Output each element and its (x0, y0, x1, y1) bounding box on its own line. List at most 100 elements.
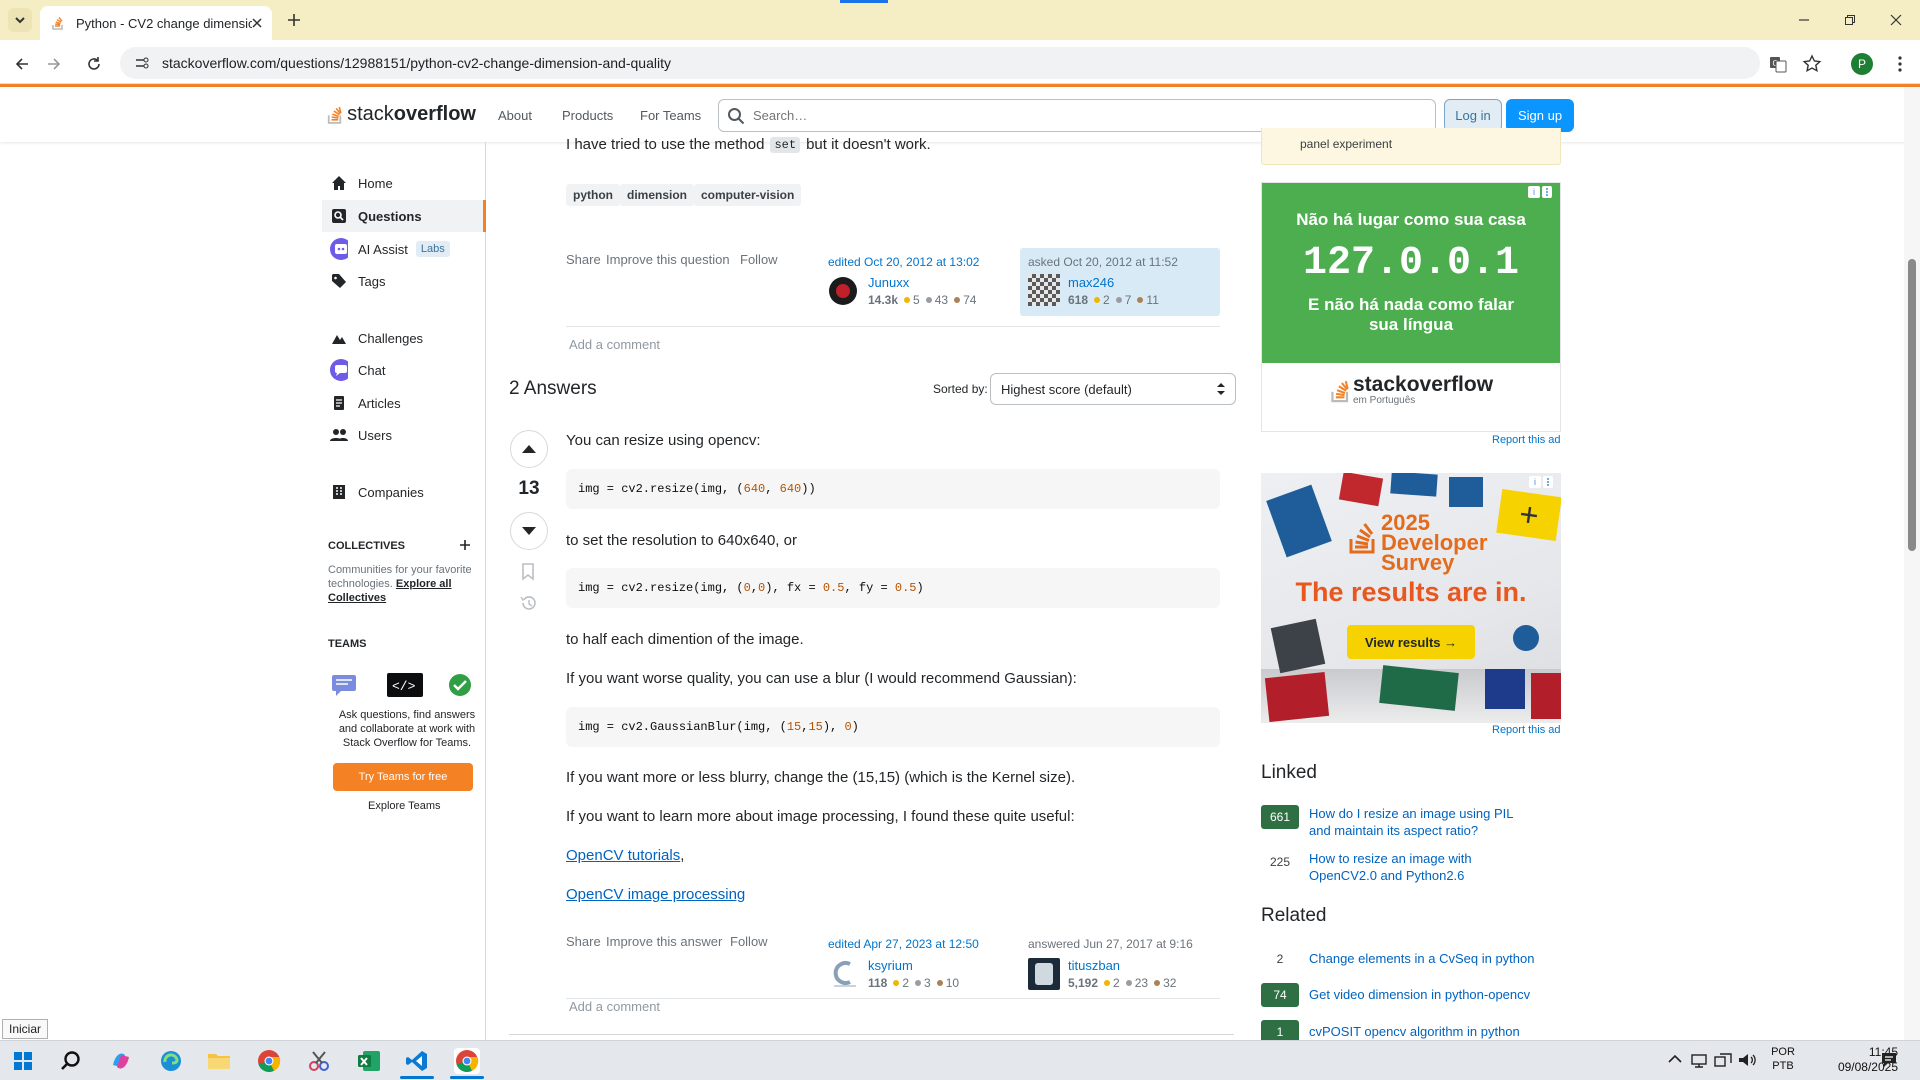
share-answer-link[interactable]: Share (566, 934, 601, 949)
editor-reputation: 14.3k 5 43 74 (868, 293, 976, 307)
new-tab-icon[interactable] (284, 10, 304, 30)
sort-select[interactable]: Highest score (default) (990, 373, 1236, 405)
restore-icon[interactable] (1830, 8, 1870, 32)
avatar[interactable] (1028, 958, 1060, 990)
profile-avatar[interactable]: P (1851, 53, 1873, 75)
adchoices-icon[interactable]: i (1529, 476, 1553, 488)
tag-computer-vision[interactable]: computer-vision (694, 184, 802, 206)
question-edited-time[interactable]: edited Oct 20, 2012 at 13:02 (828, 255, 979, 269)
network-icon[interactable] (1690, 1052, 1708, 1068)
sidebar-item-articles[interactable]: Articles (330, 388, 401, 418)
site-logo[interactable]: stack overflow (326, 97, 476, 131)
report-ad-link[interactable]: Report this ad (1492, 724, 1560, 736)
sidebar-item-questions[interactable]: Questions (322, 200, 486, 232)
add-collective-icon[interactable] (458, 538, 472, 552)
close-window-icon[interactable] (1876, 8, 1916, 32)
search-input[interactable] (753, 108, 1427, 123)
ad-developer-survey[interactable]: 2025 Developer Survey The results are in… (1261, 473, 1561, 723)
answerer-username[interactable]: tituszban (1068, 958, 1120, 973)
browser-menu-icon[interactable] (1890, 54, 1910, 74)
sidebar-item-tags[interactable]: Tags (330, 266, 385, 296)
chrome-icon[interactable] (256, 1048, 282, 1074)
volume-icon[interactable] (1738, 1052, 1756, 1068)
copilot-icon[interactable] (108, 1048, 134, 1074)
search-icon[interactable] (58, 1048, 84, 1074)
translate-icon[interactable]: G (1768, 54, 1788, 74)
opencv-tutorials-link[interactable]: OpenCV tutorials (566, 847, 680, 864)
forward-icon[interactable] (42, 52, 66, 76)
minimize-icon[interactable] (1784, 8, 1824, 32)
address-bar[interactable]: stackoverflow.com/questions/12988151/pyt… (120, 47, 1760, 79)
avatar[interactable] (1028, 274, 1060, 306)
linked-question-link[interactable]: How do I resize an image using PIL and m… (1309, 805, 1529, 839)
close-tab-icon[interactable] (252, 18, 262, 28)
vscode-icon[interactable] (404, 1048, 430, 1074)
opencv-image-processing-link[interactable]: OpenCV image processing (566, 886, 745, 903)
answer-editor-username[interactable]: ksyrium (868, 958, 913, 973)
bookmark-star-icon[interactable] (1802, 54, 1822, 74)
asker-username[interactable]: max246 (1068, 275, 1114, 290)
view-results-button[interactable]: View results → (1347, 625, 1475, 659)
display-icon[interactable] (1714, 1052, 1732, 1068)
add-comment-question[interactable]: Add a comment (569, 337, 660, 352)
page-scrollbar[interactable] (1904, 87, 1920, 1040)
share-question-link[interactable]: Share (566, 252, 601, 267)
sidebar-item-chat[interactable]: Chat (330, 355, 385, 385)
sidebar-item-challenges[interactable]: Challenges (330, 323, 423, 353)
editor-username[interactable]: Junuxx (868, 275, 909, 290)
bookmark-icon[interactable] (521, 563, 537, 581)
answer-count-badge: 74 (1261, 983, 1299, 1007)
linked-question-link[interactable]: How to resize an image with OpenCV2.0 an… (1309, 850, 1529, 884)
sidebar-item-ai-assist[interactable]: AI Assist Labs (330, 234, 450, 264)
report-ad-link[interactable]: Report this ad (1492, 434, 1560, 446)
teams-heading: TEAMS (328, 638, 367, 650)
related-question-link[interactable]: Change elements in a CvSeq in python (1309, 947, 1539, 971)
windows-start-icon[interactable] (10, 1048, 36, 1074)
reload-icon[interactable] (82, 52, 106, 76)
question-text: but it doesn't work. (806, 137, 931, 153)
site-info-icon[interactable] (134, 55, 150, 71)
keycap-navy (1485, 669, 1525, 709)
stackoverflow-favicon-icon (52, 16, 63, 30)
sidebar-item-label: Tags (358, 273, 386, 289)
related-question-link[interactable]: cvPOSIT opencv algorithm in python cv2 (1309, 1020, 1539, 1040)
avatar[interactable] (829, 277, 857, 305)
teams-illustration: </> (332, 672, 472, 698)
tab-search-icon[interactable] (8, 8, 32, 32)
back-icon[interactable] (10, 52, 34, 76)
tag-python[interactable]: python (566, 184, 620, 206)
answer-edited-time[interactable]: edited Apr 27, 2023 at 12:50 (828, 937, 979, 951)
downvote-button[interactable] (510, 512, 548, 550)
sidebar-item-companies[interactable]: Companies (330, 477, 424, 507)
nav-products[interactable]: Products (562, 108, 613, 123)
browser-tab[interactable]: Python - CV2 change dimensio (40, 6, 272, 40)
try-teams-button[interactable]: Try Teams for free (333, 763, 473, 791)
sidebar-item-home[interactable]: Home (330, 168, 393, 198)
notifications-icon[interactable] (1880, 1051, 1898, 1069)
keyboard-language[interactable]: POR PTB (1766, 1045, 1800, 1073)
follow-answer-link[interactable]: Follow (730, 934, 768, 949)
explore-teams-link[interactable]: Explore Teams (368, 800, 441, 812)
nav-for-teams[interactable]: For Teams (640, 108, 701, 123)
add-comment-answer[interactable]: Add a comment (569, 999, 660, 1014)
nav-about[interactable]: About (498, 108, 532, 123)
adchoices-icon[interactable]: i (1528, 186, 1552, 198)
tag-dimension[interactable]: dimension (620, 184, 695, 206)
follow-question-link[interactable]: Follow (740, 252, 778, 267)
scrollbar-thumb[interactable] (1908, 259, 1916, 551)
avatar[interactable] (829, 958, 861, 990)
history-icon[interactable] (519, 594, 539, 612)
related-question-link[interactable]: Get video dimension in python-opencv (1309, 983, 1539, 1007)
excel-icon[interactable] (356, 1048, 382, 1074)
edge-icon[interactable] (158, 1048, 184, 1074)
code-window-icon: </> (387, 673, 423, 697)
improve-question-link[interactable]: Improve this question (606, 252, 730, 267)
ad-portugues[interactable]: i Não há lugar como sua casa 127.0.0.1 E… (1261, 182, 1561, 432)
file-explorer-icon[interactable] (206, 1048, 232, 1074)
tray-chevron-icon[interactable] (1668, 1054, 1682, 1066)
snipping-tool-icon[interactable] (306, 1048, 332, 1074)
upvote-button[interactable] (510, 430, 548, 468)
chrome-active-icon[interactable] (454, 1048, 480, 1074)
sidebar-item-users[interactable]: Users (330, 420, 392, 450)
improve-answer-link[interactable]: Improve this answer (606, 934, 722, 949)
